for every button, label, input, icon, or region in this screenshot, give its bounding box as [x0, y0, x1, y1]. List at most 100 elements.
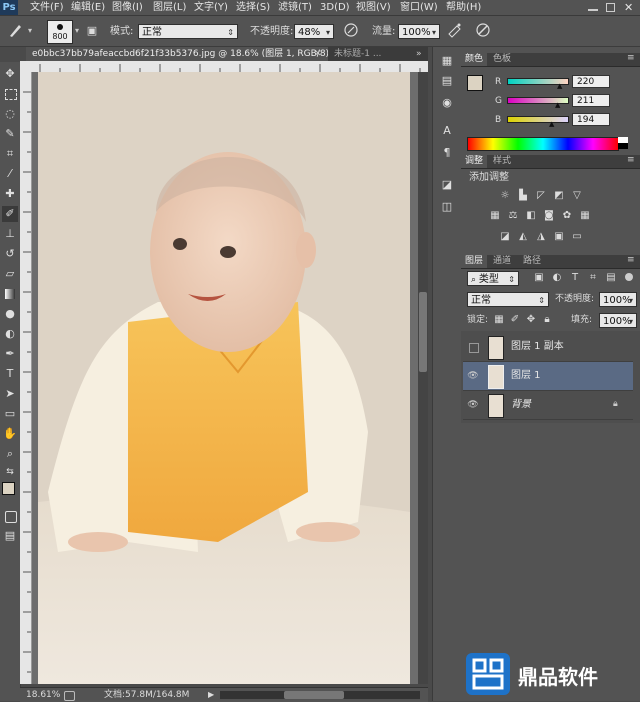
g-slider-handle[interactable]: ▲	[555, 101, 560, 109]
tab-color[interactable]: 颜色	[461, 53, 488, 66]
menu-file[interactable]: 文件(F)	[30, 0, 64, 15]
status-menu-arrow-icon[interactable]: ▶	[208, 688, 214, 702]
horizontal-scrollbar[interactable]	[220, 691, 420, 699]
exposure-icon[interactable]: ◩	[553, 190, 565, 202]
layer-name[interactable]: 图层 1	[511, 362, 541, 390]
airbrush-icon[interactable]	[446, 22, 464, 40]
more-tabs-icon[interactable]: »	[416, 47, 422, 61]
brush-tool-icon[interactable]: ✐	[2, 206, 18, 222]
tab-styles[interactable]: 样式	[489, 155, 515, 168]
lock-image-icon[interactable]: ✐	[509, 314, 521, 326]
tab-close-icon[interactable]: ✕	[314, 47, 322, 61]
eye-icon[interactable]: 👁︎	[467, 399, 479, 411]
curves-icon[interactable]: ◸	[535, 190, 547, 202]
status-info-icon[interactable]	[64, 691, 75, 701]
clone-source-panel-icon[interactable]: ◫	[439, 199, 455, 215]
marquee-tool-icon[interactable]	[2, 86, 18, 102]
panel-menu-icon[interactable]: ≡	[627, 255, 635, 265]
b-input[interactable]: 194	[572, 113, 610, 126]
menu-window[interactable]: 窗口(W)	[400, 0, 438, 15]
r-input[interactable]: 220	[572, 75, 610, 88]
pen-tool-icon[interactable]: ✒	[2, 346, 18, 362]
pressure-size-icon[interactable]	[474, 22, 492, 40]
properties-panel-icon[interactable]: ▤	[439, 73, 455, 89]
gradient-map-icon[interactable]: ▭	[571, 231, 583, 243]
layer-row-selected[interactable]: 👁︎ 图层 1	[463, 362, 633, 391]
vibrance-icon[interactable]: ▽	[571, 190, 583, 202]
hue-saturation-icon[interactable]: ▦	[489, 210, 501, 222]
layer-opacity-input[interactable]: 100% ▾	[599, 292, 637, 307]
visibility-toggle-off[interactable]	[469, 343, 479, 353]
tab-paths[interactable]: 路径	[519, 255, 545, 268]
paragraph-panel-icon[interactable]: ¶	[439, 145, 455, 161]
panel-menu-icon[interactable]: ≡	[627, 155, 635, 165]
brush-panel-toggle-icon[interactable]: ▣	[83, 22, 101, 40]
b-slider[interactable]	[507, 116, 569, 123]
color-spectrum-bar[interactable]	[467, 137, 619, 151]
scrollbar-thumb[interactable]	[419, 292, 427, 372]
healing-brush-tool-icon[interactable]: ✚	[2, 186, 18, 202]
invert-icon[interactable]: ◪	[499, 231, 511, 243]
zoom-tool-icon[interactable]: ⌕	[2, 446, 18, 462]
panel-menu-icon[interactable]: ≡	[627, 53, 635, 63]
filter-adjustment-icon[interactable]: ◐	[551, 272, 563, 284]
maximize-icon[interactable]	[606, 3, 615, 12]
black-swatch[interactable]	[618, 143, 628, 149]
clone-stamp-tool-icon[interactable]: ⊥	[2, 226, 18, 242]
filter-toggle-icon[interactable]	[625, 273, 633, 281]
layer-row[interactable]: 图层 1 副本	[463, 333, 633, 362]
threshold-icon[interactable]: ◮	[535, 231, 547, 243]
brightness-icon[interactable]: ☼	[499, 190, 511, 202]
filter-type-icon[interactable]: T	[569, 272, 581, 284]
tab-adjustments[interactable]: 调整	[461, 155, 488, 168]
layer-filter-kind-select[interactable]: ⌕ 类型 ⇕	[467, 271, 519, 286]
shape-tool-icon[interactable]: ▭	[2, 406, 18, 422]
lasso-tool-icon[interactable]: ◌	[2, 106, 18, 122]
history-brush-tool-icon[interactable]: ↺	[2, 246, 18, 262]
document-tab-active[interactable]: e0bbc37bb79afeaccbd6f21f33b5376.jpg @ 18…	[26, 47, 328, 61]
b-slider-handle[interactable]: ▲	[549, 120, 554, 128]
eyedropper-tool-icon[interactable]: ⁄	[2, 166, 18, 182]
opacity-input[interactable]: 48% ▾	[294, 24, 334, 39]
foreground-color-swatch[interactable]	[467, 75, 483, 91]
flow-input[interactable]: 100% ▾	[398, 24, 440, 39]
lock-transparent-icon[interactable]: ▦	[493, 314, 505, 326]
info-panel-icon[interactable]: ◉	[439, 95, 455, 111]
brush-picker-arrow-icon[interactable]: ▾	[75, 26, 79, 35]
brush-preset-picker[interactable]: 800	[47, 20, 73, 44]
minimize-icon[interactable]	[588, 3, 598, 11]
eye-icon[interactable]: 👁︎	[467, 370, 479, 382]
posterize-icon[interactable]: ◭	[517, 231, 529, 243]
layer-name[interactable]: 图层 1 副本	[511, 333, 564, 361]
tab-channels[interactable]: 通道	[489, 255, 515, 268]
swap-colors-icon[interactable]: ⇆	[2, 464, 18, 480]
lock-position-icon[interactable]: ✥	[525, 314, 537, 326]
path-selection-tool-icon[interactable]: ➤	[2, 386, 18, 402]
zoom-level[interactable]: 18.61%	[26, 688, 60, 702]
channel-mixer-icon[interactable]: ✿	[561, 210, 573, 222]
menu-3d[interactable]: 3D(D)	[320, 0, 350, 15]
close-icon[interactable]: ✕	[624, 0, 633, 15]
tool-preset-dropdown-icon[interactable]: ▾	[28, 26, 32, 35]
quick-mask-icon[interactable]	[2, 508, 18, 524]
brush-presets-panel-icon[interactable]: ◪	[439, 177, 455, 193]
color-lookup-icon[interactable]: ▦	[579, 210, 591, 222]
quick-select-tool-icon[interactable]: ✎	[2, 126, 18, 142]
dodge-tool-icon[interactable]: ◐	[2, 326, 18, 342]
levels-icon[interactable]: ▙	[517, 190, 529, 202]
blend-mode-select[interactable]: 正常 ⇕	[467, 292, 549, 307]
foreground-color-swatch[interactable]	[2, 482, 15, 495]
menu-help[interactable]: 帮助(H)	[446, 0, 481, 15]
gradient-tool-icon[interactable]	[2, 286, 18, 302]
history-panel-icon[interactable]: ▦	[439, 53, 455, 69]
layer-row[interactable]: 👁︎ 背景 🔒︎	[463, 391, 633, 420]
layer-name[interactable]: 背景	[511, 391, 531, 419]
r-slider-handle[interactable]: ▲	[557, 82, 562, 90]
tab-swatches[interactable]: 色板	[489, 53, 515, 66]
type-tool-icon[interactable]: T	[2, 366, 18, 382]
brush-tool-icon[interactable]	[6, 22, 24, 40]
filter-pixel-icon[interactable]: ▣	[533, 272, 545, 284]
g-input[interactable]: 211	[572, 94, 610, 107]
crop-tool-icon[interactable]: ⌗	[2, 146, 18, 162]
screen-mode-icon[interactable]: ▤	[2, 528, 18, 544]
